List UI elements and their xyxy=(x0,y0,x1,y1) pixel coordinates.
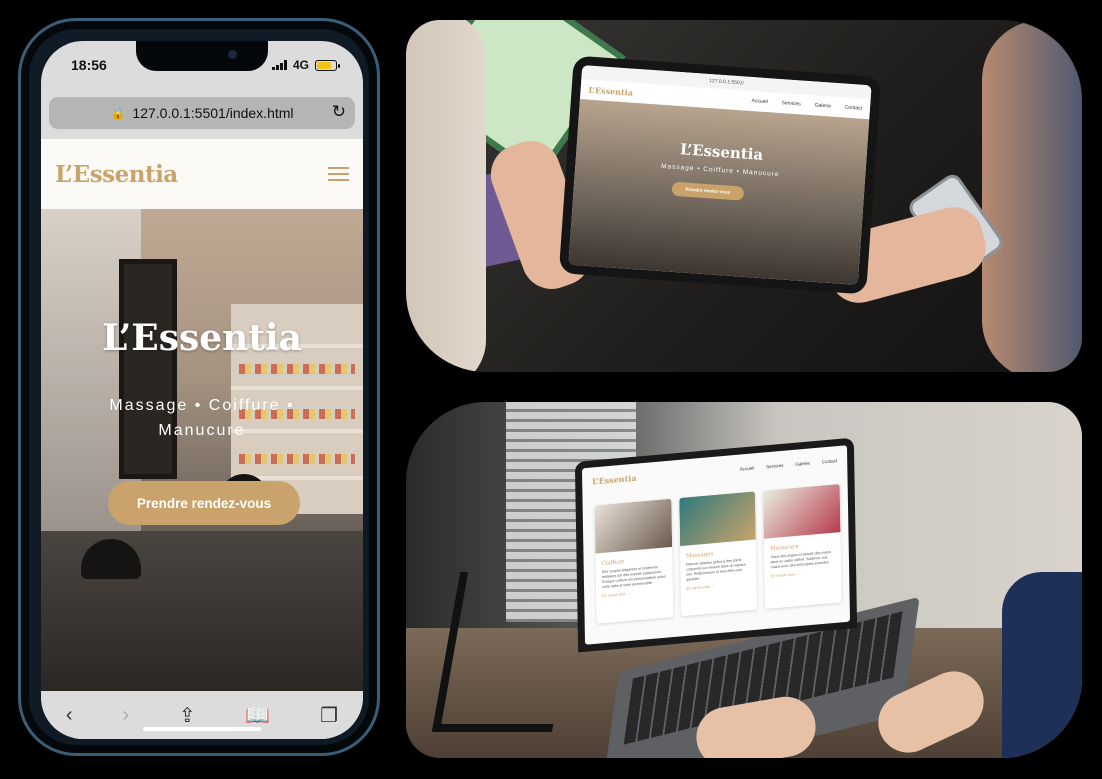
forward-icon[interactable]: › xyxy=(122,704,129,727)
tablet-book-button[interactable]: Prendre rendez-vous xyxy=(671,181,745,201)
hero-subtitle: Massage • Coiffure • Manucure xyxy=(109,397,295,439)
bookmarks-icon[interactable]: 📖 xyxy=(245,703,270,728)
laptop-brand[interactable]: L’Essentia xyxy=(592,473,636,487)
service-card-coiffure: Coiffure Des coupes élégantes et moderne… xyxy=(594,498,674,624)
back-icon[interactable]: ‹ xyxy=(66,704,73,727)
url-text: 127.0.0.1:5501/index.html xyxy=(132,105,294,121)
share-icon[interactable]: ⇪ xyxy=(179,703,196,728)
service-card-massages: Massages Détente absolue grâce à des soi… xyxy=(678,491,758,617)
browser-toolbar: ‹ › ⇪ 📖 ❐ xyxy=(41,691,363,739)
tablet-device: 127.0.0.1:5501/ L’Essentia Accueil Servi… xyxy=(558,55,882,295)
service-card-manucure: Manucure Soins des ongles et beauté des … xyxy=(763,483,842,609)
battery-icon xyxy=(315,59,340,71)
hero-section: L’Essentia Massage • Coiffure • Manucure… xyxy=(41,209,363,691)
service-cards: Coiffure Des coupes élégantes et moderne… xyxy=(594,483,842,624)
nav-contact[interactable]: Contact xyxy=(845,105,863,112)
tablet-hero: L’Essentia Massage • Coiffure • Manucure… xyxy=(568,99,870,285)
signal-icon xyxy=(271,60,287,70)
mirror xyxy=(119,259,177,479)
laptop-device: L’Essentia Accueil Services Galerie Cont… xyxy=(574,437,858,653)
hero-title: L’Essentia xyxy=(102,317,302,359)
phone-notch xyxy=(136,41,268,71)
nav-accueil[interactable]: Accueil xyxy=(740,465,755,471)
card-image xyxy=(678,491,757,547)
nav-galerie[interactable]: Galerie xyxy=(795,460,810,466)
book-appointment-button[interactable]: Prendre rendez-vous xyxy=(108,481,300,525)
card-image xyxy=(594,498,672,554)
site-header: L’Essentia xyxy=(41,139,363,209)
nav-contact[interactable]: Contact xyxy=(822,458,838,464)
network-label: 4G xyxy=(292,58,309,72)
brand-logo[interactable]: L’Essentia xyxy=(55,161,178,188)
tablet-brand[interactable]: L’Essentia xyxy=(588,85,633,98)
person-right xyxy=(982,20,1082,372)
person-left xyxy=(406,20,486,372)
nav-accueil[interactable]: Accueil xyxy=(751,98,768,105)
nav-services[interactable]: Services xyxy=(781,100,801,107)
tabs-icon[interactable]: ❐ xyxy=(320,703,338,728)
person-arm xyxy=(1002,572,1082,758)
status-time: 18:56 xyxy=(71,57,107,73)
tablet-screen: 127.0.0.1:5501/ L’Essentia Accueil Servi… xyxy=(568,65,872,285)
home-indicator xyxy=(143,727,261,731)
address-bar[interactable]: 🔒 127.0.0.1:5501/index.html ↻ xyxy=(49,97,355,129)
phone-mockup: 18:56 4G 🔒 127.0.0.1:5501/index.html ↻ L… xyxy=(18,18,380,756)
front-camera xyxy=(228,50,237,59)
reload-icon[interactable]: ↻ xyxy=(332,102,346,122)
laptop-photo: L’Essentia Accueil Services Galerie Cont… xyxy=(406,402,1082,758)
laptop-screen: L’Essentia Accueil Services Galerie Cont… xyxy=(581,445,851,645)
hamburger-menu-icon[interactable] xyxy=(328,167,349,181)
lock-icon: 🔒 xyxy=(110,106,126,120)
nav-galerie[interactable]: Galerie xyxy=(815,102,832,109)
nav-services[interactable]: Services xyxy=(766,462,783,469)
tablet-photo: 127.0.0.1:5501/ L’Essentia Accueil Servi… xyxy=(406,20,1082,372)
phone-screen: 18:56 4G 🔒 127.0.0.1:5501/index.html ↻ L… xyxy=(41,41,363,739)
card-image xyxy=(763,483,841,539)
